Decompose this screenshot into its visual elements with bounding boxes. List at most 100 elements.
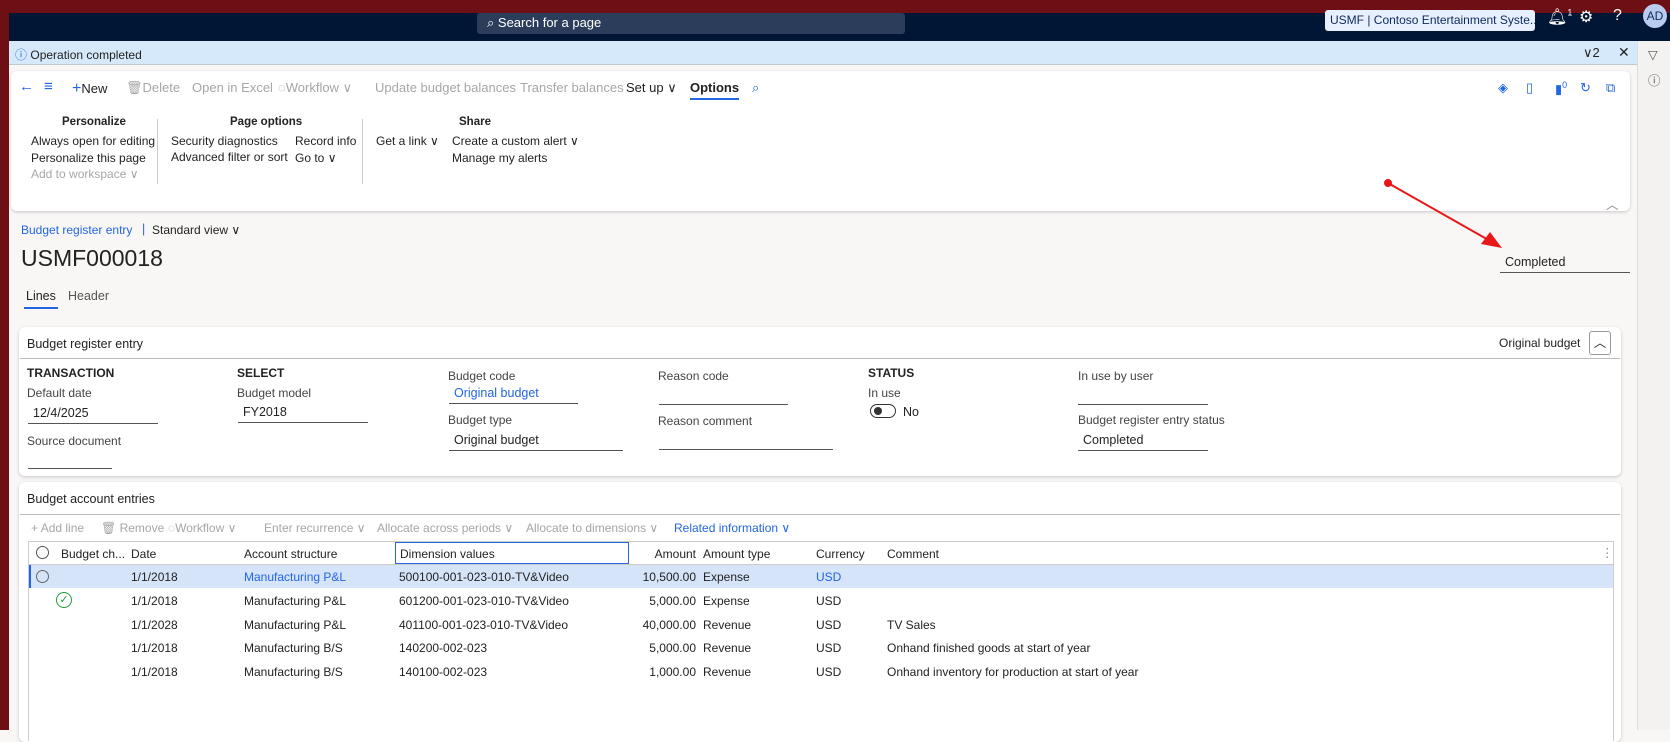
open-in-excel-button[interactable]: Open in Excel xyxy=(192,80,273,95)
section-transaction: TRANSACTION xyxy=(27,366,115,380)
personalize-this-page[interactable]: Personalize this page xyxy=(31,151,146,165)
add-line-button[interactable]: + Add line xyxy=(31,521,84,535)
record-info[interactable]: Record info xyxy=(295,134,356,148)
cell-dim: 401100-001-023-010-TV&Video xyxy=(399,617,569,632)
cell-date: 1/1/2018 xyxy=(131,593,178,608)
divider xyxy=(157,119,158,184)
company-picker[interactable]: USMF | Contoso Entertainment Syste... xyxy=(1325,10,1535,31)
cell-date: 1/1/2018 xyxy=(131,570,178,584)
search-icon: ⌕ xyxy=(487,15,498,30)
info-icon: ⓘ xyxy=(15,48,28,62)
remove-button[interactable]: 🗑︎ Remove xyxy=(101,521,164,535)
tab-header[interactable]: Header xyxy=(68,289,109,303)
add-to-workspace[interactable]: Add to workspace ∨ xyxy=(31,167,139,181)
cell-currency[interactable]: USD xyxy=(816,570,841,584)
more-options-icon[interactable]: ⋮ xyxy=(1601,545,1614,560)
column-header-comment[interactable]: Comment xyxy=(887,547,939,561)
group-page-options: Page options xyxy=(230,116,303,128)
label: Budget register entry status xyxy=(1078,413,1225,427)
tab-lines[interactable]: Lines xyxy=(24,289,58,309)
label: In use by user xyxy=(1078,369,1154,383)
card-title[interactable]: Budget account entries xyxy=(27,492,155,506)
delete-button[interactable]: 🗑︎Delete xyxy=(126,80,180,96)
cell-dim: 140200-002-023 xyxy=(399,641,488,656)
column-header-amount[interactable]: Amount xyxy=(600,547,696,561)
breadcrumb[interactable]: Budget register entry xyxy=(21,223,132,237)
label: Default date xyxy=(27,386,92,400)
office-icon[interactable]: ▯ xyxy=(1526,80,1533,96)
collapse-chevron-icon[interactable]: ︿ xyxy=(1589,331,1611,355)
cell-type: Revenue xyxy=(703,665,752,680)
column-header-budget-check[interactable]: Budget ch... xyxy=(61,547,125,561)
security-diagnostics[interactable]: Security diagnostics xyxy=(171,134,278,148)
window-frame-left xyxy=(0,13,9,730)
search-icon[interactable]: ⌕ xyxy=(752,80,759,96)
in-use-toggle[interactable] xyxy=(870,404,896,418)
column-header-dimension-values[interactable]: Dimension values xyxy=(395,542,629,564)
trash-icon: 🗑︎ xyxy=(126,80,143,95)
reason-code-field[interactable] xyxy=(659,385,788,405)
filter-icon[interactable]: ▽ xyxy=(1648,47,1670,62)
open-new-window-icon[interactable]: ⧉ xyxy=(1606,80,1615,96)
update-budget-balances-button[interactable]: Update budget balances xyxy=(375,80,516,95)
info-icon[interactable]: ⓘ xyxy=(1648,70,1670,89)
budget-type-field[interactable]: Original budget xyxy=(449,431,623,451)
select-all-checkbox[interactable] xyxy=(36,546,49,559)
workflow-button[interactable]: ◌Workflow ∨ xyxy=(278,80,352,96)
cell-account[interactable]: Manufacturing P&L xyxy=(244,570,346,584)
power-apps-icon[interactable]: ◈ xyxy=(1498,80,1508,96)
budget-code-link[interactable]: Original budget xyxy=(449,384,578,404)
cell-date: 1/1/2018 xyxy=(131,665,178,680)
tab-options[interactable]: Options xyxy=(690,80,740,100)
view-selector[interactable]: Standard view ∨ xyxy=(152,223,240,237)
manage-my-alerts[interactable]: Manage my alerts xyxy=(452,151,547,165)
status-field: Completed xyxy=(1500,253,1630,273)
label: Budget code xyxy=(448,369,516,383)
notification-message: Operation completed xyxy=(30,48,142,62)
back-arrow-icon[interactable]: ← xyxy=(19,78,34,95)
create-custom-alert[interactable]: Create a custom alert ∨ xyxy=(452,134,579,148)
allocate-across-periods-button[interactable]: Allocate across periods ∨ xyxy=(377,521,513,535)
expand-notifications-button[interactable]: ∨2 xyxy=(1583,45,1600,61)
attachments-icon[interactable]: ▮0 xyxy=(1555,80,1567,97)
column-header-date[interactable]: Date xyxy=(131,547,156,561)
refresh-icon[interactable]: ↻ xyxy=(1580,80,1591,96)
budget-model-field[interactable]: FY2018 xyxy=(238,403,368,423)
set-up-button[interactable]: Set up ∨ xyxy=(626,80,677,96)
always-open-for-editing[interactable]: Always open for editing xyxy=(31,134,155,148)
row-checkbox[interactable] xyxy=(36,570,49,583)
cell-dim: 140100-002-023 xyxy=(399,665,488,680)
help-icon[interactable]: ? xyxy=(1613,7,1622,25)
avatar[interactable]: AD xyxy=(1643,4,1667,28)
menu-icon[interactable]: ≡ xyxy=(44,78,53,95)
search-input[interactable]: ⌕ Search for a page xyxy=(477,13,905,34)
go-to[interactable]: Go to ∨ xyxy=(295,151,336,165)
transfer-balances-button[interactable]: Transfer balances xyxy=(520,80,624,95)
group-personalize: Personalize xyxy=(62,116,126,128)
label: Reason comment xyxy=(658,414,753,428)
cell-type: Revenue xyxy=(703,617,752,632)
cell-date: 1/1/2018 xyxy=(131,641,178,656)
enter-recurrence-button[interactable]: Enter recurrence ∨ xyxy=(264,521,366,535)
group-share: Share xyxy=(459,116,491,128)
get-a-link[interactable]: Get a link ∨ xyxy=(376,134,439,148)
default-date-field[interactable]: 12/4/2025 xyxy=(28,404,158,424)
reason-comment-field[interactable] xyxy=(659,430,833,450)
allocate-to-dimensions-button[interactable]: Allocate to dimensions ∨ xyxy=(526,521,658,535)
card-title[interactable]: Budget register entry xyxy=(27,337,143,351)
collapse-chevron-icon[interactable]: ︿ xyxy=(1606,194,1619,213)
workflow-button[interactable]: ◌Workflow ∨ xyxy=(168,521,236,535)
close-icon[interactable]: ✕ xyxy=(1618,44,1630,61)
column-header-amount-type[interactable]: Amount type xyxy=(703,547,770,561)
column-header-account-structure[interactable]: Account structure xyxy=(244,547,337,561)
column-header-currency[interactable]: Currency xyxy=(816,547,865,561)
new-button[interactable]: +New xyxy=(72,80,107,98)
advanced-filter-or-sort[interactable]: Advanced filter or sort xyxy=(171,150,288,164)
cell-dim: 500100-001-023-010-TV&Video xyxy=(399,570,569,584)
cell-account: Manufacturing B/S xyxy=(244,641,343,656)
notifications-bell-icon[interactable]: 🔔︎1 xyxy=(1547,7,1572,27)
source-document-field[interactable] xyxy=(28,449,112,469)
related-information-button[interactable]: Related information ∨ xyxy=(674,521,790,535)
gear-icon[interactable]: ⚙ xyxy=(1579,7,1593,27)
cell-account: Manufacturing P&L xyxy=(244,617,347,632)
